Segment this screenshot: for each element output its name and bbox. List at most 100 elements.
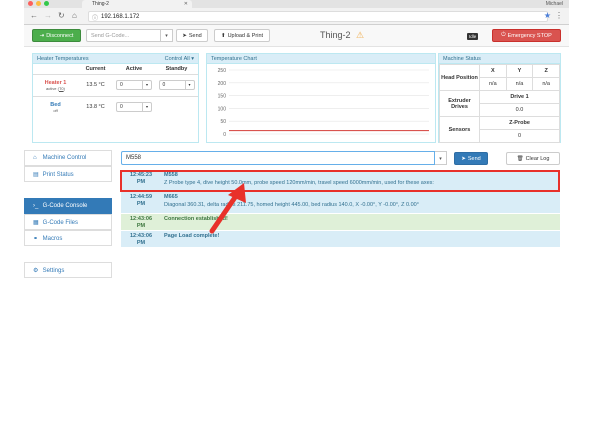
back-icon[interactable]: ← — [30, 11, 38, 20]
drive-label: Drive 1 — [479, 90, 560, 104]
browser-tab[interactable]: Thing-2 ✕ — [82, 0, 192, 8]
drive-value: 0.0 — [479, 103, 560, 117]
log-row: 12:43:06 PM Page Load complete! — [121, 231, 560, 248]
axis-z-value: n/a — [532, 77, 560, 91]
machine-status-panel: Machine Status Head Position X Y Z n/a n… — [438, 53, 561, 143]
heater-standby-input[interactable]: 0 ▾ — [158, 80, 195, 90]
chart-panel-header: Temperature Chart — [207, 54, 435, 64]
heater-temperatures-panel: Heater Temperatures Control All ▾ Curren… — [32, 53, 199, 143]
temperature-chart: 250 200 150 100 50 0 — [218, 68, 429, 138]
warning-icon: ⚠ — [356, 30, 365, 40]
tab-close-icon[interactable]: ✕ — [184, 1, 188, 7]
chart-tick-label: 250 — [218, 68, 227, 74]
disconnect-icon: ⇥ — [39, 32, 45, 39]
heater-1-cell[interactable]: Heater 1 active (T0) — [33, 73, 78, 96]
head-position-label: Head Position — [439, 64, 480, 91]
sensors-label: Sensors — [439, 116, 480, 143]
bed-cell[interactable]: Bed off — [33, 95, 78, 118]
console-gcode-input[interactable]: M558 — [121, 151, 435, 165]
control-all-dropdown[interactable]: Control All ▾ — [165, 56, 194, 62]
heater-panel-header: Heater Temperatures Control All ▾ — [33, 54, 198, 64]
print-icon: ▤ — [33, 172, 39, 178]
home-browser-icon[interactable]: ⌂ — [72, 11, 77, 20]
highlight-box — [120, 170, 560, 192]
browser-tab-bar: Thing-2 ✕ Michael — [24, 0, 569, 8]
reload-icon[interactable]: ↻ — [58, 11, 65, 20]
column-header — [33, 64, 78, 74]
screenshot: Thing-2 ✕ Michael ← → ↻ ⌂ ⓘ 192.168.1.17… — [0, 0, 592, 444]
extruder-drives-label: Extruder Drives — [439, 90, 480, 117]
info-icon[interactable]: ⓘ — [92, 13, 98, 22]
console-send-button[interactable]: ➤ Send — [454, 152, 488, 165]
chevron-down-icon[interactable]: ▾ — [142, 103, 151, 112]
axis-z-label: Z — [532, 64, 560, 78]
chart-tick-label: 50 — [220, 119, 226, 125]
heater-active-input[interactable]: 0 ▾ — [116, 80, 152, 90]
bed-active-input[interactable]: 0 ▾ — [116, 102, 152, 113]
close-window-button[interactable] — [28, 1, 33, 6]
bookmark-star-icon[interactable]: ★ — [544, 11, 551, 20]
machine-status-table: Head Position X Y Z n/a n/a n/a Extruder… — [439, 64, 560, 143]
log-command: M665 — [164, 194, 178, 200]
top-toolbar: ⇥ Disconnect Send G-Code... ▾ ➤ Send ⬆ U… — [24, 25, 569, 47]
zoom-window-button[interactable] — [44, 1, 49, 6]
chart-tick-label: 150 — [218, 94, 227, 100]
zprobe-value: 0 — [479, 129, 560, 143]
emergency-stop-button[interactable]: ⏻ Emergency STOP — [492, 29, 561, 42]
status-badge: Idle — [467, 33, 479, 40]
gcode-history-dropdown[interactable]: ▾ — [161, 29, 173, 42]
send-icon: ➤ — [461, 155, 466, 162]
browser-address-bar: ← → ↻ ⌂ ⓘ 192.168.1.172 ★ ⋮ — [24, 8, 569, 25]
zprobe-label: Z-Probe — [479, 116, 560, 130]
axis-y-label: Y — [505, 64, 534, 78]
chevron-down-icon[interactable]: ▾ — [184, 81, 194, 89]
axis-x-value: n/a — [479, 77, 507, 91]
column-header: Active — [125, 65, 143, 72]
link-icon: ⚭ — [33, 236, 39, 242]
profile-name[interactable]: Michael — [546, 1, 563, 7]
gcode-input[interactable]: Send G-Code... — [86, 29, 161, 42]
heater-current: 13.5 °C — [78, 73, 113, 96]
console-history-dropdown[interactable]: ▾ — [435, 151, 447, 165]
url-text: 192.168.1.172 — [101, 14, 140, 20]
chevron-down-icon[interactable]: ▾ — [142, 81, 151, 89]
minimize-window-button[interactable] — [36, 1, 41, 6]
sidebar-item-settings[interactable]: ⚙ Settings — [24, 262, 112, 278]
app-window: ⇥ Disconnect Send G-Code... ▾ ➤ Send ⬆ U… — [24, 25, 569, 430]
column-header: Current — [85, 65, 106, 72]
axis-x-label: X — [479, 64, 507, 78]
chart-tick-label: 200 — [218, 81, 227, 87]
log-row: 12:44:59 PM M665 Diagonal 360.31, delta r… — [121, 192, 560, 214]
sidebar-item-machine-control[interactable]: ⌂ Machine Control — [24, 150, 112, 166]
table-row: Bed off 13.8 °C 0 ▾ — [33, 95, 198, 118]
browser-menu-icon[interactable]: ⋮ — [555, 11, 563, 20]
chart-tick-label: 100 — [218, 106, 227, 112]
forward-icon[interactable]: → — [44, 11, 52, 20]
disconnect-button[interactable]: ⇥ Disconnect — [32, 29, 81, 42]
sidebar-item-gcode-files[interactable]: ▦ G-Code Files — [24, 214, 112, 230]
url-field[interactable]: ⓘ 192.168.1.172 — [88, 11, 548, 22]
sidebar-item-macros[interactable]: ⚭ Macros — [24, 230, 112, 246]
gear-icon: ⚙ — [33, 268, 39, 274]
send-gcode-button[interactable]: ➤ Send — [176, 29, 208, 42]
clear-log-button[interactable]: 🗑 Clear Log — [506, 152, 560, 165]
sidebar-item-gcode-console[interactable]: ›_ G-Code Console — [24, 198, 112, 214]
status-panel-header: Machine Status — [439, 54, 560, 64]
log-time: 12:43:06 PM — [129, 233, 153, 246]
annotation-arrow — [209, 183, 246, 234]
heater-table: Current Active Standby Heater 1 active (… — [33, 64, 198, 118]
column-header: Standby — [165, 65, 188, 72]
log-time: 12:43:06 PM — [129, 216, 153, 229]
heater-state: off — [53, 107, 58, 113]
power-icon: ⏻ — [501, 32, 506, 38]
bed-current: 13.8 °C — [78, 95, 113, 118]
log-message: Diagonal 360.31, delta radius 211.75, ho… — [164, 202, 419, 208]
send-icon: ➤ — [182, 32, 187, 39]
sidebar-item-print-status[interactable]: ▤ Print Status — [24, 166, 112, 182]
upload-print-button[interactable]: ⬆ Upload & Print — [214, 29, 270, 42]
console-icon: ›_ — [33, 203, 39, 209]
temperature-chart-panel: Temperature Chart 250 200 150 100 50 0 — [206, 53, 436, 143]
files-icon: ▦ — [33, 220, 39, 226]
trash-icon: 🗑 — [516, 155, 524, 162]
table-row: Heater 1 active (T0) 13.5 °C 0 ▾ 0 ▾ — [33, 73, 198, 96]
